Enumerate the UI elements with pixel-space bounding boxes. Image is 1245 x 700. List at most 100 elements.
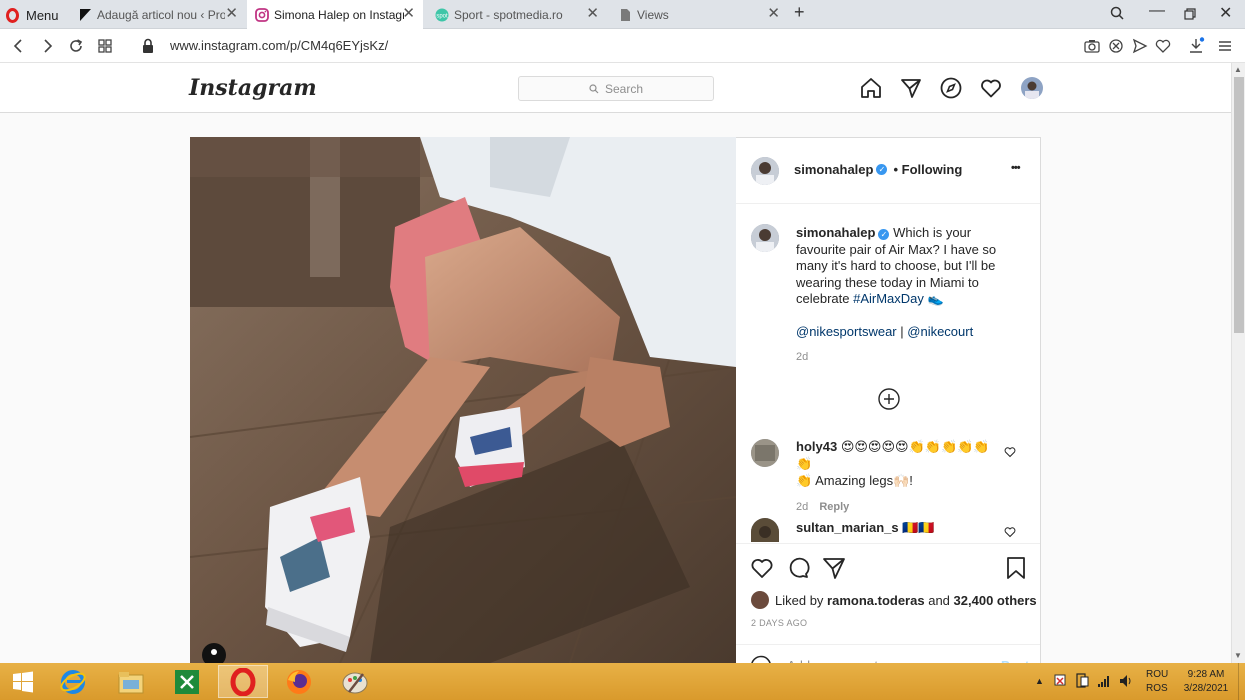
author-photo (751, 224, 779, 252)
liked-by-and: and (928, 592, 950, 608)
instagram-logo[interactable]: Instagram (189, 75, 317, 101)
explore-icon[interactable] (940, 77, 962, 99)
instagram-icon (255, 7, 269, 22)
network-signal-icon[interactable] (1097, 674, 1111, 688)
profile-photo (1021, 77, 1043, 99)
action-center-flag-icon[interactable] (1053, 674, 1067, 688)
reload-icon[interactable] (67, 37, 85, 55)
comment-username[interactable]: holy43 (796, 439, 837, 454)
keyboard-layout: ROS (1146, 683, 1168, 694)
like-heart-icon[interactable] (750, 556, 774, 580)
adblock-icon[interactable] (1107, 37, 1125, 55)
comment-avatar[interactable] (751, 439, 779, 467)
tab-wordpress[interactable]: Adaugă articol nou ‹ Prosp ✕ (70, 0, 246, 29)
tab-close-icon[interactable]: ✕ (225, 6, 238, 21)
activity-heart-icon[interactable] (980, 77, 1002, 99)
comment-avatar[interactable] (751, 518, 779, 542)
commenter-photo (751, 518, 779, 542)
scroll-thumb[interactable] (1234, 77, 1244, 333)
opera-menu-button[interactable]: Menu (6, 6, 59, 24)
tab-instagram[interactable]: Simona Halep on Instagram ✕ (247, 0, 423, 29)
svg-text:spot: spot (436, 13, 448, 19)
liker-avatar[interactable] (751, 591, 769, 609)
tab-title: Sport - spotmedia.ro (454, 7, 563, 22)
input-language-indicator[interactable]: ROU ROS (1146, 668, 1168, 696)
paint-button[interactable] (330, 665, 380, 698)
reply-button[interactable]: Reply (819, 501, 849, 513)
comment-username[interactable]: sultan_marian_s (796, 520, 899, 535)
wordpress-flag-icon (80, 8, 91, 21)
minimize-icon[interactable]: — (1149, 2, 1165, 20)
following-button[interactable]: • Following (893, 162, 962, 177)
excel-button[interactable] (162, 665, 212, 698)
restore-icon[interactable] (1184, 8, 1196, 20)
tab-close-icon[interactable]: ✕ (402, 6, 415, 21)
easy-setup-icon[interactable] (1216, 37, 1234, 55)
like-comment-heart-icon[interactable] (1004, 446, 1016, 458)
liked-by-user[interactable]: ramona.toderas (827, 593, 925, 608)
caption-username[interactable]: simonahalep (796, 225, 875, 240)
author-photo (751, 157, 779, 185)
scroll-up-arrow-icon[interactable]: ▲ (1234, 65, 1242, 74)
tab-close-icon[interactable]: ✕ (767, 6, 780, 21)
firefox-button[interactable] (274, 665, 324, 698)
liked-by-prefix: Liked by (775, 592, 824, 608)
start-button[interactable] (0, 665, 46, 698)
comment-item: sultan_marian_s 🇷🇴🇷🇴 (796, 519, 996, 536)
device-icon[interactable] (1075, 673, 1089, 689)
scroll-down-arrow-icon[interactable]: ▼ (1234, 651, 1242, 660)
like-comment-heart-icon[interactable] (1004, 526, 1016, 538)
hashtag-link[interactable]: #AirMaxDay (853, 291, 924, 306)
url-field[interactable]: www.instagram.com/p/CM4q6EYjsKz/ (170, 38, 388, 53)
tab-close-icon[interactable]: ✕ (586, 6, 599, 21)
caption-age: 2d (796, 351, 809, 363)
caption-emoji: 👟 (927, 291, 944, 306)
new-tab-button[interactable]: + (794, 2, 805, 23)
send-icon[interactable] (1131, 37, 1149, 55)
forward-icon[interactable] (38, 37, 56, 55)
document-icon (621, 8, 630, 21)
excel-icon (175, 669, 199, 694)
caption-avatar[interactable] (751, 224, 779, 252)
show-hidden-icons[interactable]: ▲ (1035, 676, 1044, 686)
comment-icon[interactable] (786, 556, 810, 580)
search-input[interactable]: Search (518, 76, 714, 101)
opera-logo-icon (6, 7, 19, 23)
spotmedia-icon: spot (435, 8, 449, 21)
profile-avatar[interactable] (1021, 77, 1043, 99)
internet-explorer-icon (60, 669, 86, 694)
clock[interactable]: 9:28 AM 3/28/2021 (1180, 668, 1232, 696)
menu-label: Menu (26, 7, 59, 23)
search-tabs-icon[interactable] (1110, 6, 1124, 20)
show-desktop-button[interactable] (1238, 663, 1245, 700)
liked-by-others[interactable]: 32,400 others (954, 593, 1037, 608)
file-explorer-button[interactable] (106, 665, 156, 698)
load-more-comments-icon[interactable] (878, 388, 900, 410)
direct-message-icon[interactable] (900, 77, 922, 99)
tiles-icon[interactable] (96, 37, 114, 55)
internet-explorer-button[interactable] (48, 665, 98, 698)
close-window-icon[interactable]: ✕ (1219, 3, 1232, 23)
tab-views[interactable]: Views ✕ (610, 0, 788, 29)
author-username[interactable]: simonahalep (794, 162, 873, 177)
mention-link-nikecourt[interactable]: @nikecourt (907, 324, 973, 339)
mention-link-nikesportswear[interactable]: @nikesportswear (796, 324, 897, 339)
comment-text: 👏 Amazing legs🙌🏻! (796, 473, 913, 488)
lock-icon[interactable] (139, 37, 157, 55)
more-options-icon[interactable]: ••• (1011, 162, 1021, 174)
save-bookmark-icon[interactable] (1004, 556, 1028, 580)
page-scrollbar[interactable]: ▲ ▼ (1231, 63, 1245, 663)
bookmark-heart-icon[interactable] (1154, 37, 1172, 55)
downloads-icon[interactable] (1187, 37, 1205, 55)
back-icon[interactable] (10, 37, 28, 55)
post-photo[interactable] (190, 137, 736, 663)
folder-icon (118, 671, 144, 693)
share-icon[interactable] (822, 556, 846, 580)
opera-taskbar-button[interactable] (218, 665, 268, 698)
home-icon[interactable] (860, 77, 882, 99)
author-avatar[interactable] (751, 157, 779, 185)
camera-icon[interactable] (1083, 37, 1101, 55)
verified-badge-icon: ✓ (876, 164, 888, 175)
volume-icon[interactable] (1119, 674, 1133, 688)
tab-spotmedia[interactable]: spot Sport - spotmedia.ro ✕ (427, 0, 607, 29)
